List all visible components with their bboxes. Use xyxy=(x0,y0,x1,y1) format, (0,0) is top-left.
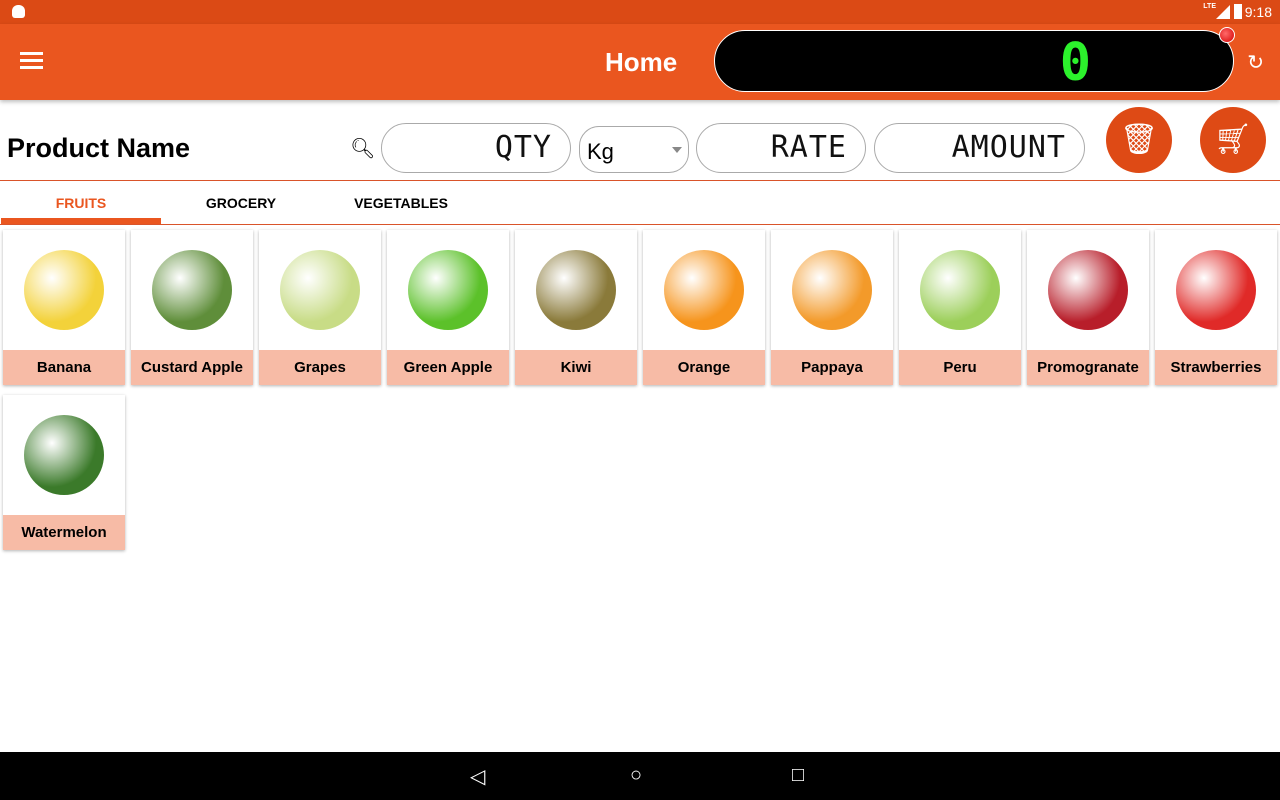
product-tile[interactable]: Green Apple xyxy=(387,230,509,385)
clock: 9:18 xyxy=(1244,4,1272,20)
product-tile[interactable]: Banana xyxy=(3,230,125,385)
menu-icon[interactable] xyxy=(20,52,43,73)
unit-value: Kg xyxy=(587,139,614,164)
product-image xyxy=(651,236,757,344)
divider xyxy=(0,180,1280,181)
navigation-bar: ◁ ○ □ xyxy=(0,752,1280,800)
product-label: Banana xyxy=(3,350,125,385)
tab-grocery[interactable]: GROCERY xyxy=(161,195,321,211)
battery-icon xyxy=(1234,4,1242,19)
product-tile[interactable]: Promogranate xyxy=(1027,230,1149,385)
product-label: Green Apple xyxy=(387,350,509,385)
divider xyxy=(0,224,1280,225)
product-tile[interactable]: Pappaya xyxy=(771,230,893,385)
search-icon[interactable]: 🔍︎ xyxy=(350,136,375,161)
product-image xyxy=(779,236,885,344)
product-image xyxy=(1035,236,1141,344)
app-bar: Home 0 ↻ xyxy=(0,24,1280,100)
product-label: Pappaya xyxy=(771,350,893,385)
product-label: Kiwi xyxy=(515,350,637,385)
product-tile[interactable]: Strawberries xyxy=(1155,230,1277,385)
qty-input[interactable]: QTY xyxy=(381,123,571,173)
product-label: Strawberries xyxy=(1155,350,1277,385)
product-label: Orange xyxy=(643,350,765,385)
product-image xyxy=(11,401,117,509)
tab-vegetables[interactable]: VEGETABLES xyxy=(321,195,481,211)
product-image xyxy=(11,236,117,344)
cart-icon: 🛒︎ xyxy=(1213,123,1253,156)
rate-input[interactable]: RATE xyxy=(696,123,866,173)
product-tile[interactable]: Orange xyxy=(643,230,765,385)
product-image xyxy=(139,236,245,344)
product-image xyxy=(523,236,629,344)
network-type: LTE xyxy=(1203,3,1216,10)
display-value: 0 xyxy=(1059,33,1091,93)
product-label: Grapes xyxy=(259,350,381,385)
add-to-cart-button[interactable]: 🛒︎ xyxy=(1200,107,1266,173)
product-name-label: Product Name xyxy=(7,133,191,163)
product-tile[interactable]: Custard Apple xyxy=(131,230,253,385)
delete-button[interactable]: 🗑︎ xyxy=(1106,107,1172,173)
scale-display: 0 xyxy=(714,27,1235,93)
signal-icon xyxy=(1216,5,1230,19)
product-label: Custard Apple xyxy=(131,350,253,385)
dropdown-arrow-icon xyxy=(672,147,682,158)
product-image xyxy=(907,236,1013,344)
product-tile[interactable]: Kiwi xyxy=(515,230,637,385)
amount-input[interactable]: AMOUNT xyxy=(874,123,1085,173)
product-tile[interactable]: Peru xyxy=(899,230,1021,385)
product-image xyxy=(395,236,501,344)
recents-icon[interactable]: □ xyxy=(792,764,804,787)
refresh-icon[interactable]: ↻ xyxy=(1247,50,1264,75)
product-tile[interactable]: Grapes xyxy=(259,230,381,385)
back-icon[interactable]: ◁ xyxy=(470,764,485,789)
page-title: Home xyxy=(605,47,678,77)
product-label: Watermelon xyxy=(3,515,125,550)
tab-fruits[interactable]: FRUITS xyxy=(1,195,161,211)
product-label: Peru xyxy=(899,350,1021,385)
home-icon[interactable]: ○ xyxy=(630,764,642,787)
product-label: Promogranate xyxy=(1027,350,1149,385)
trash-icon: 🗑︎ xyxy=(1119,123,1159,156)
android-icon xyxy=(12,5,25,18)
unit-select[interactable]: Kg xyxy=(579,126,689,173)
product-tile[interactable]: Watermelon xyxy=(3,395,125,550)
product-image xyxy=(1163,236,1269,344)
status-bar: LTE 9:18 xyxy=(0,0,1280,24)
status-led-icon xyxy=(1219,27,1235,43)
product-image xyxy=(267,236,373,344)
